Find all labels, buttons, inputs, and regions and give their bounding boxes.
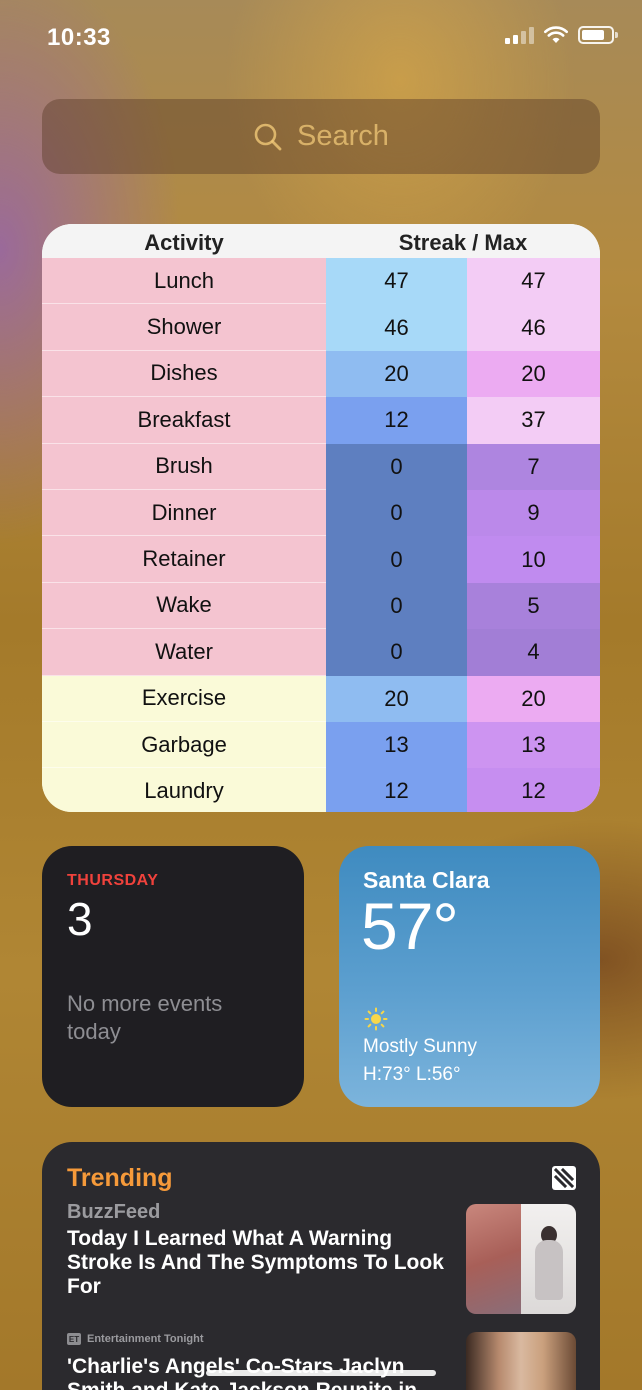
search-bar[interactable]: Search [42, 99, 600, 174]
activity-streak-cell: 47 [326, 258, 467, 305]
header-activity: Activity [144, 230, 224, 255]
activity-name-cell: Wake [42, 582, 326, 630]
news-thumbnail-1[interactable] [466, 1204, 576, 1314]
activity-row: Garbage 13 13 [42, 721, 600, 769]
activity-streak-cell: 20 [326, 350, 467, 398]
activity-streak-cell: 46 [326, 304, 467, 351]
news-thumbnail-2[interactable] [466, 1332, 576, 1390]
activity-name-cell: Dishes [42, 350, 326, 398]
weather-temperature: 57° [361, 889, 459, 963]
activity-max-cell: 10 [467, 536, 600, 583]
home-indicator[interactable] [206, 1370, 436, 1376]
battery-icon [578, 26, 618, 44]
header-streak-max: Streak / Max [398, 230, 528, 255]
activity-row: Dishes 20 20 [42, 350, 600, 398]
activity-streak-cell: 0 [326, 536, 467, 583]
activity-row: Exercise 20 20 [42, 675, 600, 722]
calendar-day: THURSDAY [67, 872, 159, 889]
activity-table-body: Lunch 47 47 Shower 46 46 Dishes 20 20 Breakfast 12… [42, 258, 600, 812]
weather-widget[interactable]: Santa Clara 57° Mostly Sunny H:73° L:56° [339, 846, 600, 1107]
activity-row: Breakfast 12 37 [42, 397, 600, 444]
status-bar: 10:33 [0, 0, 642, 80]
activity-row: Brush 0 7 [42, 443, 600, 490]
calendar-date: 3 [67, 893, 93, 945]
activity-max-cell: 9 [467, 489, 600, 537]
activity-max-cell: 4 [467, 629, 600, 676]
activity-name-cell: Shower [42, 304, 326, 351]
activity-row: Laundry 12 12 [42, 768, 600, 812]
status-time: 10:33 [47, 24, 111, 51]
news-source-buzzfeed: BuzzFeed [67, 1201, 161, 1223]
news-logo-icon [552, 1166, 576, 1190]
activity-streak-cell: 0 [326, 582, 467, 630]
activity-max-cell: 13 [467, 721, 600, 769]
activity-max-cell: 47 [467, 258, 600, 305]
activity-row: Dinner 0 9 [42, 489, 600, 537]
activity-name-cell: Brush [42, 443, 326, 490]
activity-streak-cell: 0 [326, 443, 467, 490]
activity-max-cell: 46 [467, 304, 600, 351]
weather-high-low: H:73° L:56° [363, 1064, 461, 1085]
activity-streak-cell: 0 [326, 489, 467, 537]
weather-condition: Mostly Sunny [363, 1036, 478, 1057]
activity-row: Lunch 47 47 [42, 258, 600, 305]
activity-row: Water 0 4 [42, 629, 600, 676]
activity-streak-cell: 0 [326, 629, 467, 676]
sun-icon [364, 1007, 388, 1031]
activity-row: Retainer 0 10 [42, 536, 600, 583]
activity-max-cell: 20 [467, 675, 600, 722]
news-section-title: Trending [67, 1164, 173, 1192]
cellular-signal-icon [505, 26, 534, 44]
news-source-et: ET Entertainment Tonight [67, 1333, 204, 1345]
activity-name-cell: Water [42, 629, 326, 676]
activity-name-cell: Retainer [42, 536, 326, 583]
activity-streak-cell: 20 [326, 675, 467, 722]
wifi-icon [544, 26, 568, 43]
search-placeholder: Search [297, 120, 389, 152]
news-headline-1[interactable]: Today I Learned What A Warning Stroke Is… [67, 1227, 457, 1299]
activity-streak-cell: 12 [326, 397, 467, 444]
news-source-et-label: Entertainment Tonight [87, 1333, 204, 1345]
calendar-events-text: No more events today [67, 991, 223, 1044]
activity-max-cell: 37 [467, 397, 600, 444]
activity-row: Shower 46 46 [42, 304, 600, 351]
activity-streak-cell: 12 [326, 768, 467, 812]
activity-row: Wake 0 5 [42, 582, 600, 630]
search-icon [254, 123, 282, 150]
activity-name-cell: Laundry [42, 768, 326, 812]
et-logo-icon: ET [67, 1333, 81, 1345]
status-icons [505, 26, 618, 44]
activity-max-cell: 5 [467, 582, 600, 630]
news-widget[interactable]: Trending BuzzFeed Today I Learned What A… [42, 1142, 600, 1390]
activity-name-cell: Lunch [42, 258, 326, 305]
calendar-widget[interactable]: THURSDAY 3 No more events today [42, 846, 304, 1107]
activity-name-cell: Exercise [42, 675, 326, 722]
activity-max-cell: 20 [467, 350, 600, 398]
activity-max-cell: 12 [467, 768, 600, 812]
activity-table-header: Activity Streak / Max [42, 224, 600, 258]
activity-name-cell: Breakfast [42, 397, 326, 444]
activity-max-cell: 7 [467, 443, 600, 490]
activity-name-cell: Dinner [42, 489, 326, 537]
activity-name-cell: Garbage [42, 721, 326, 769]
activity-streak-widget[interactable]: Activity Streak / Max Lunch 47 47 Shower 46 4… [42, 224, 600, 812]
activity-streak-cell: 13 [326, 721, 467, 769]
